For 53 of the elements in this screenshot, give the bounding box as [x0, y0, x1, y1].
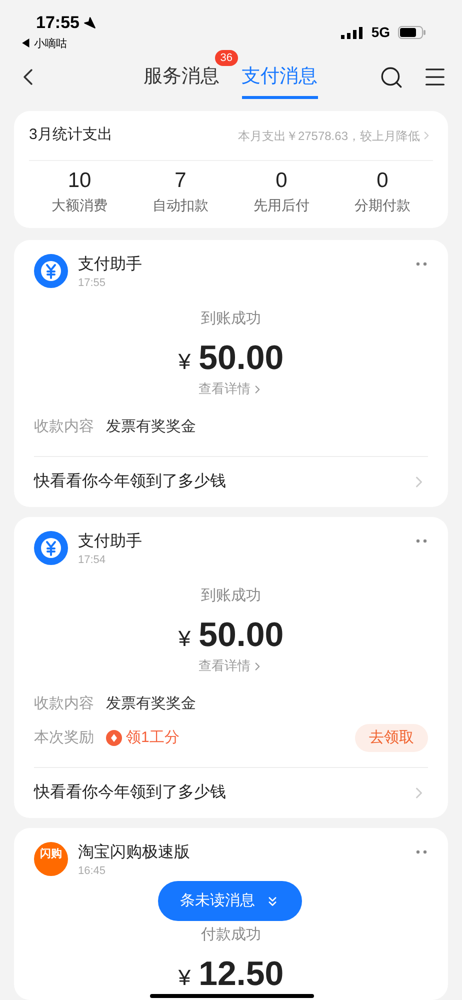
stat-value: 0: [276, 168, 288, 194]
amount-text: 50.00: [198, 338, 284, 378]
stat-value: 10: [68, 168, 92, 194]
currency-symbol: ¥: [178, 964, 191, 992]
sender-name: 支付助手: [78, 532, 143, 552]
shop-logo: 闪购: [34, 842, 68, 876]
status-text: 付款成功: [201, 925, 261, 945]
battery-icon: [398, 26, 426, 39]
status-text: 到账成功: [201, 586, 261, 606]
view-details-link[interactable]: 查看详情: [198, 380, 250, 398]
unread-badge: 36: [215, 50, 238, 66]
row-label: 收款内容: [34, 694, 94, 714]
status-time: 17:55: [36, 12, 80, 34]
search-icon[interactable]: [379, 64, 404, 90]
stat-label: 大额消费: [52, 196, 108, 215]
yuan-logo-icon: [34, 531, 68, 565]
claim-button[interactable]: 去领取: [355, 724, 428, 752]
more-icon[interactable]: [416, 539, 428, 543]
summary-note[interactable]: 本月支出￥27578.63，较上月降低: [238, 126, 420, 144]
message-time: 16:45: [78, 864, 106, 878]
stat-label: 分期付款: [354, 196, 410, 215]
footer-link-text[interactable]: 快看看你今年领到了多少钱: [34, 781, 410, 805]
summary-title: 3月统计支出: [29, 125, 112, 146]
reward-coin-icon: [106, 730, 122, 746]
currency-symbol: ¥: [178, 348, 191, 376]
amount-text: 50.00: [198, 615, 284, 655]
currency-symbol: ¥: [178, 625, 191, 653]
signal-icon: [341, 26, 364, 38]
network-label: 5G: [371, 23, 390, 42]
tab[interactable]: 支付消息: [242, 56, 318, 99]
sender-name: 支付助手: [78, 254, 143, 275]
yuan-logo-icon: [34, 254, 68, 288]
status-text: 到账成功: [201, 309, 261, 329]
more-icon[interactable]: [416, 262, 428, 266]
stat-value: 0: [376, 168, 388, 194]
stat-value: 7: [174, 168, 186, 194]
reward-text: 领1工分: [126, 728, 180, 748]
row-label: 收款内容: [34, 416, 94, 437]
row-label: 本次奖励: [34, 728, 94, 748]
message-time: 17:54: [78, 553, 106, 567]
amount-text: 12.50: [198, 954, 284, 994]
back-to-app-link[interactable]: ◀ 小嘀咕: [20, 36, 96, 52]
footer-link-text[interactable]: 快看看你今年领到了多少钱: [34, 470, 410, 494]
view-details-link[interactable]: 查看详情: [198, 657, 250, 675]
stat-label: 自动扣款: [152, 196, 208, 215]
message-time: 17:55: [78, 276, 106, 290]
row-value: 发票有奖奖金: [106, 694, 196, 714]
location-arrow-icon: [83, 16, 96, 30]
unread-messages-pill[interactable]: 条未读消息: [158, 881, 302, 921]
row-value: 发票有奖奖金: [106, 416, 196, 437]
more-icon[interactable]: [416, 850, 428, 854]
stat-label: 先用后付: [254, 196, 310, 215]
sender-name: 淘宝闪购极速版: [78, 842, 191, 863]
